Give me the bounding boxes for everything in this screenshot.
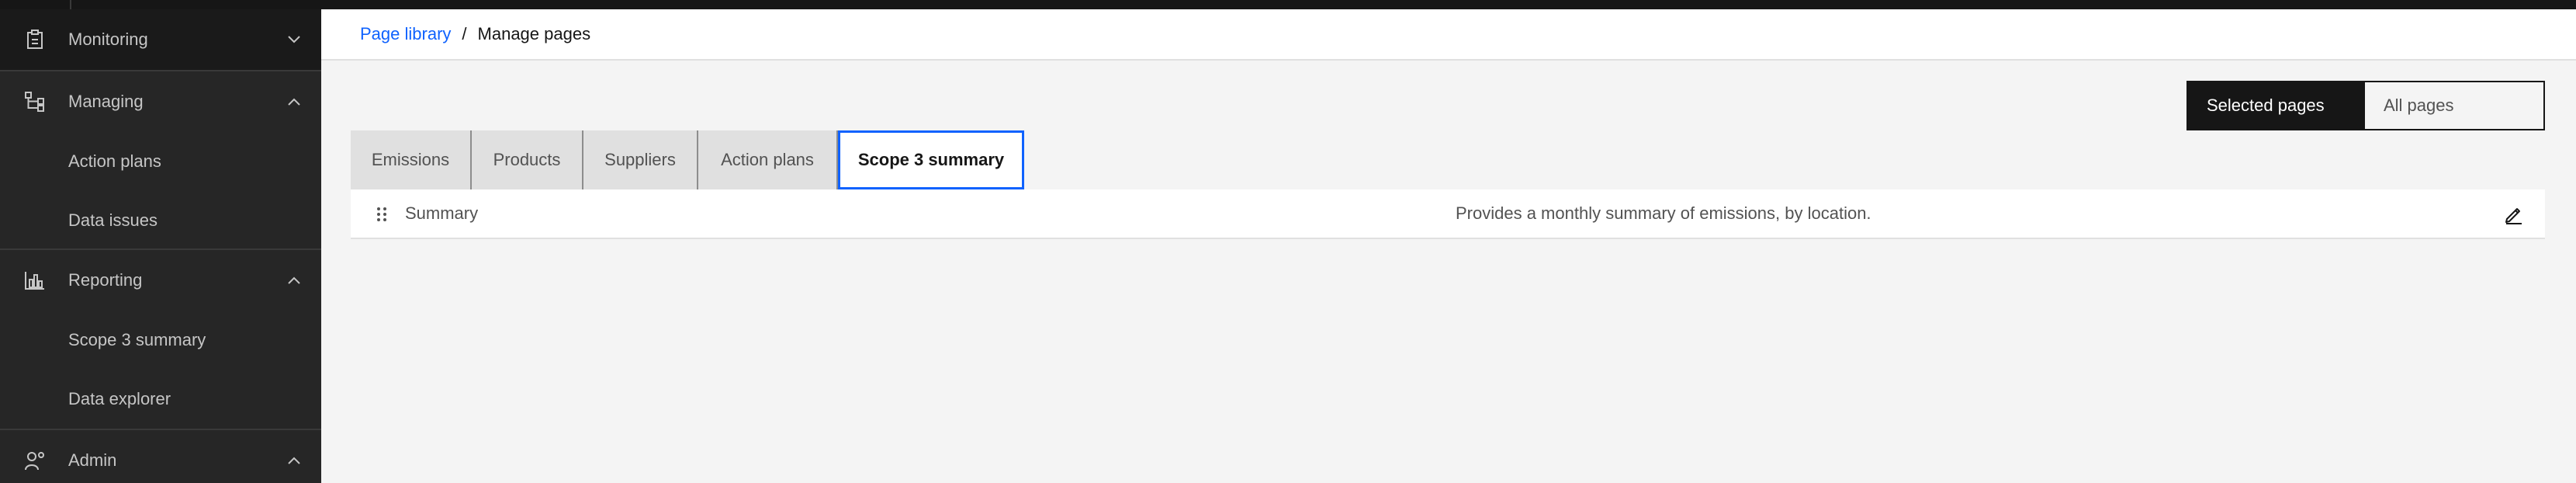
sidebar-group-label: Managing — [68, 92, 144, 111]
sidebar-item-label: Data explorer — [68, 389, 171, 408]
sidebar-item-scope-3-summary[interactable]: Scope 3 summary — [0, 311, 321, 370]
drag-handle-icon[interactable] — [374, 205, 390, 224]
tab-emissions[interactable]: Emissions — [351, 130, 472, 189]
selected-pages-switch[interactable]: Selected pages — [2188, 82, 2365, 129]
header-divider — [70, 0, 71, 9]
sidebar-item-label: Data issues — [68, 210, 158, 230]
bar-chart-icon — [23, 269, 47, 292]
sidebar-item-label: Action plans — [68, 151, 161, 171]
top-header-bar — [0, 0, 2576, 9]
sidebar-group-label: Admin — [68, 450, 117, 470]
chevron-down-icon — [284, 30, 304, 50]
sidebar-item-data-issues[interactable]: Data issues — [0, 191, 321, 250]
sidebar-group-label: Monitoring — [68, 30, 148, 49]
all-pages-switch[interactable]: All pages — [2365, 82, 2543, 129]
edit-icon[interactable] — [2503, 203, 2525, 225]
sidebar-item-data-explorer[interactable]: Data explorer — [0, 370, 321, 429]
table-row: Summary Provides a monthly summary of em… — [351, 189, 2545, 239]
tab-suppliers[interactable]: Suppliers — [583, 130, 698, 189]
row-page-name: Summary — [405, 203, 479, 223]
sidebar-group-label: Reporting — [68, 270, 143, 290]
sidebar-item-action-plans[interactable]: Action plans — [0, 132, 321, 191]
chevron-up-icon — [284, 270, 304, 290]
row-page-description: Provides a monthly summary of emissions,… — [1456, 203, 1871, 223]
tab-products[interactable]: Products — [472, 130, 583, 189]
breadcrumb-current-page: Manage pages — [477, 24, 591, 43]
tab-scope-3-summary[interactable]: Scope 3 summary — [838, 130, 1024, 189]
breadcrumb-separator: / — [462, 24, 467, 43]
sidebar-group-reporting[interactable]: Reporting — [0, 250, 321, 311]
breadcrumb: Page library / Manage pages — [321, 9, 2576, 61]
pages-content-switcher: Selected pages All pages — [2186, 81, 2545, 130]
sidebar-item-label: Scope 3 summary — [68, 330, 206, 349]
sidebar: Monitoring Managing Action plans Data is… — [0, 9, 321, 483]
tree-view-icon — [23, 90, 47, 113]
sidebar-group-managing[interactable]: Managing — [0, 71, 321, 132]
clipboard-icon — [23, 28, 47, 51]
page-tabs: Emissions Products Suppliers Action plan… — [351, 130, 1024, 189]
sidebar-group-admin[interactable]: Admin — [0, 430, 321, 483]
tab-action-plans[interactable]: Action plans — [698, 130, 838, 189]
user-admin-icon — [23, 449, 47, 472]
chevron-up-icon — [284, 92, 304, 112]
breadcrumb-link-page-library[interactable]: Page library — [360, 24, 451, 44]
sidebar-group-monitoring[interactable]: Monitoring — [0, 9, 321, 70]
chevron-up-icon — [284, 450, 304, 471]
